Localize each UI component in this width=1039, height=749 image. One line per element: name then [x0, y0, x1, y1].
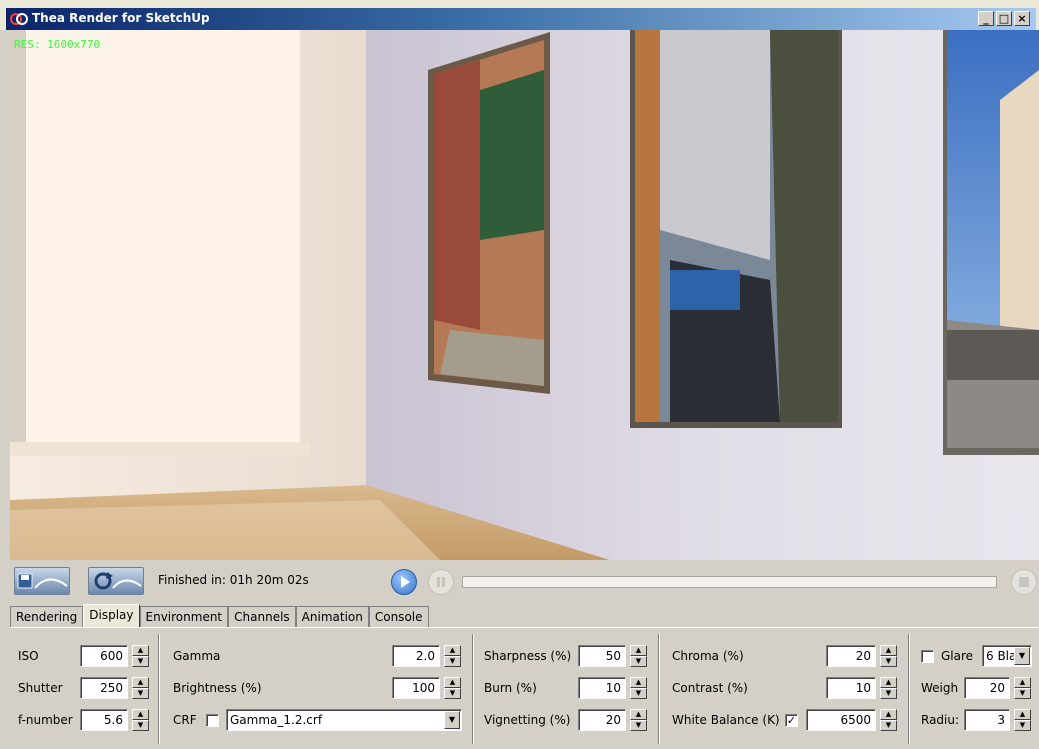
close-button[interactable]: ×	[1014, 11, 1030, 26]
weight-input[interactable]: 20	[964, 677, 1010, 699]
shutter-label: Shutter	[18, 681, 63, 695]
window-title: Thea Render for SketchUp	[32, 11, 210, 25]
shutter-input[interactable]: 250	[80, 677, 128, 699]
weight-stepper[interactable]: ▲ ▼	[1014, 677, 1031, 699]
fnumber-input[interactable]: 5.6	[80, 709, 128, 731]
title-bar-gradient: Thea Render for SketchUp _ □ ×	[6, 8, 1036, 30]
refresh-icon	[94, 572, 142, 590]
fnumber-label: f-number	[18, 713, 73, 727]
chevron-down-icon[interactable]: ▼	[1014, 647, 1030, 665]
iso-stepper[interactable]: ▲ ▼	[132, 645, 149, 667]
pause-button[interactable]	[428, 569, 454, 595]
contrast-stepper[interactable]: ▲ ▼	[880, 677, 897, 699]
crf-file-select[interactable]: Gamma_1.2.crf ▼	[226, 709, 462, 731]
stop-icon	[1019, 577, 1029, 587]
white-balance-input[interactable]: 6500	[806, 709, 876, 731]
chevron-down-icon[interactable]: ▼	[444, 711, 460, 729]
tab-channels[interactable]: Channels	[228, 606, 296, 628]
vignetting-stepper[interactable]: ▲ ▼	[630, 709, 647, 731]
maximize-button[interactable]: □	[996, 11, 1012, 26]
settings-tabs: Rendering Display Environment Channels A…	[10, 604, 429, 628]
gamma-stepper[interactable]: ▲ ▼	[444, 645, 461, 667]
play-button[interactable]	[391, 569, 417, 595]
glare-label: Glare	[941, 649, 974, 663]
render-status-text: Finished in: 01h 20m 02s	[158, 573, 309, 587]
stop-button[interactable]	[1011, 569, 1037, 595]
vignetting-input[interactable]: 20	[578, 709, 626, 731]
white-balance-stepper[interactable]: ▲ ▼	[880, 709, 897, 731]
render-image	[10, 30, 1039, 560]
crf-label: CRF	[173, 713, 197, 727]
progress-toolbar: Finished in: 01h 20m 02s	[10, 562, 1039, 602]
contrast-input[interactable]: 10	[826, 677, 876, 699]
tab-console[interactable]: Console	[368, 606, 429, 628]
iso-input[interactable]: 600	[80, 645, 128, 667]
gamma-input[interactable]: 2.0	[392, 645, 440, 667]
gamma-label: Gamma	[173, 649, 221, 663]
brightness-stepper[interactable]: ▲ ▼	[444, 677, 461, 699]
brightness-input[interactable]: 100	[392, 677, 440, 699]
resolution-label: RES: 1600x770	[14, 38, 101, 51]
white-balance-label: White Balance (K)	[672, 713, 780, 727]
radius-label: Radiu:	[921, 713, 960, 727]
save-image-button[interactable]	[14, 567, 70, 595]
sharpness-label: Sharpness (%)	[484, 649, 572, 663]
glare-type-value: 6 Bla	[986, 649, 1017, 663]
display-panel: ISO 600 ▲ ▼ Shutter 250 ▲ ▼ f-number 5.6 ▲…	[10, 627, 1039, 749]
iso-label: ISO	[18, 649, 39, 663]
render-progress-track[interactable]	[462, 576, 997, 588]
brightness-label: Brightness (%)	[173, 681, 262, 695]
group-divider	[158, 634, 160, 744]
minimize-button[interactable]: _	[978, 11, 994, 26]
sharpness-input[interactable]: 50	[578, 645, 626, 667]
glare-checkbox[interactable]	[921, 650, 934, 663]
group-divider	[908, 634, 910, 744]
crf-checkbox[interactable]	[206, 714, 219, 727]
tab-rendering[interactable]: Rendering	[10, 606, 84, 628]
fnumber-stepper[interactable]: ▲ ▼	[132, 709, 149, 731]
burn-stepper[interactable]: ▲ ▼	[630, 677, 647, 699]
burn-input[interactable]: 10	[578, 677, 626, 699]
group-divider	[472, 634, 474, 744]
tab-animation[interactable]: Animation	[295, 606, 369, 628]
radius-input[interactable]: 3	[964, 709, 1010, 731]
vignetting-label: Vignetting (%)	[484, 713, 571, 727]
chroma-stepper[interactable]: ▲ ▼	[880, 645, 897, 667]
burn-label: Burn (%)	[484, 681, 537, 695]
refresh-render-button[interactable]	[88, 567, 144, 595]
pause-icon	[437, 577, 445, 587]
contrast-label: Contrast (%)	[672, 681, 748, 695]
group-divider	[658, 634, 660, 744]
white-balance-checkbox[interactable]: ✓	[785, 714, 798, 727]
thea-logo-icon	[10, 13, 28, 25]
glare-type-select[interactable]: 6 Bla ▼	[982, 645, 1032, 667]
tab-display[interactable]: Display	[83, 604, 140, 628]
chroma-input[interactable]: 20	[826, 645, 876, 667]
title-bar: Thea Render for SketchUp _ □ ×	[0, 0, 1039, 30]
play-icon	[401, 576, 410, 588]
render-viewport[interactable]: RES: 1600x770	[10, 30, 1039, 560]
crf-file-value: Gamma_1.2.crf	[230, 713, 323, 727]
tab-environment[interactable]: Environment	[139, 606, 229, 628]
chroma-label: Chroma (%)	[672, 649, 744, 663]
save-image-icon	[17, 573, 68, 589]
radius-stepper[interactable]: ▲ ▼	[1014, 709, 1031, 731]
sharpness-stepper[interactable]: ▲ ▼	[630, 645, 647, 667]
shutter-stepper[interactable]: ▲ ▼	[132, 677, 149, 699]
weight-label: Weigh	[921, 681, 959, 695]
